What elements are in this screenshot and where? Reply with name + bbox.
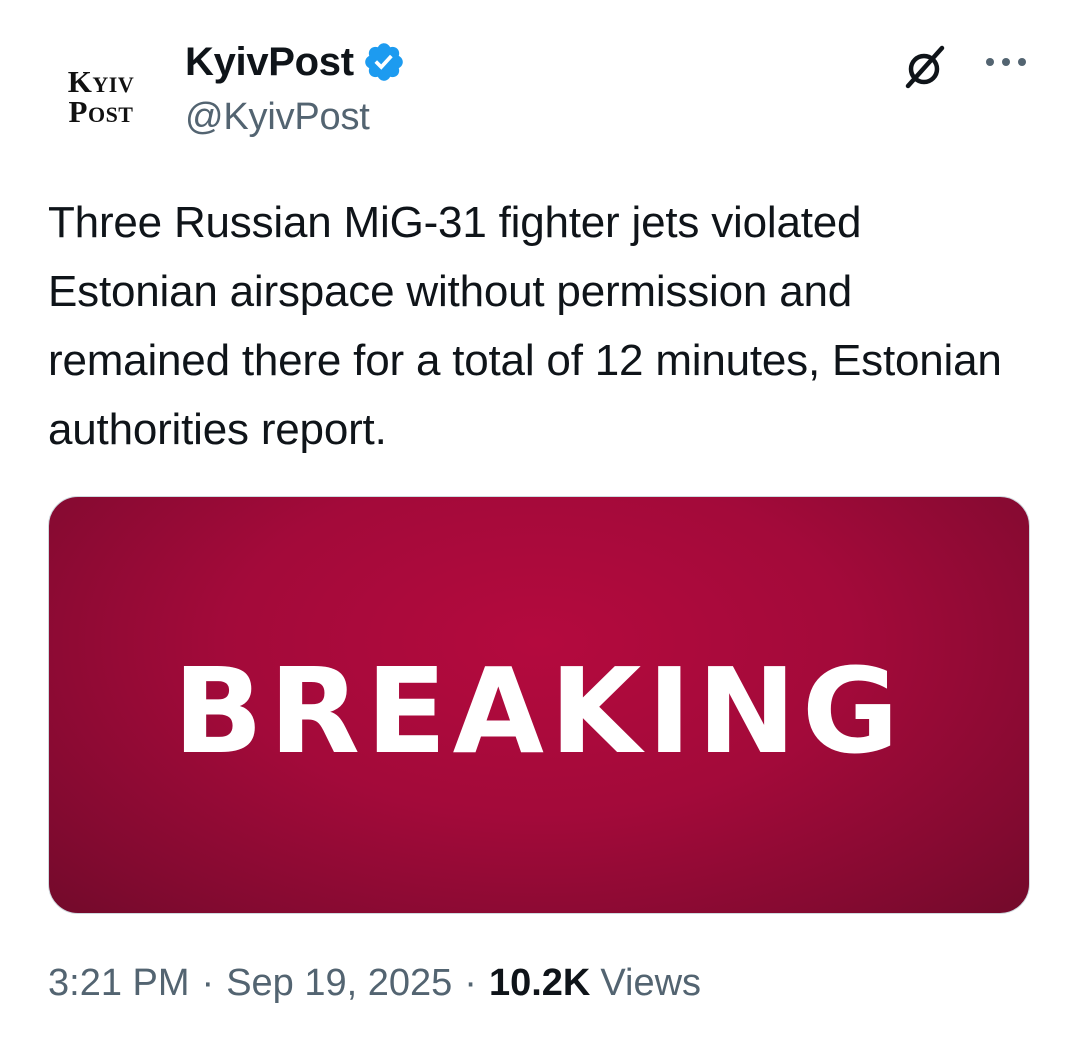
grok-icon[interactable] bbox=[900, 42, 950, 92]
handle[interactable]: @KyivPost bbox=[185, 96, 406, 139]
tweet-text: Three Russian MiG-31 fighter jets violat… bbox=[48, 198, 1002, 454]
tweet-date[interactable]: Sep 19, 2025 bbox=[226, 962, 452, 1005]
meta-separator: · bbox=[201, 962, 215, 1004]
avatar[interactable]: Kyiv Post bbox=[48, 44, 154, 150]
display-name[interactable]: KyivPost bbox=[185, 40, 354, 85]
views-count[interactable]: 10.2K bbox=[489, 962, 590, 1005]
views-label: Views bbox=[600, 962, 702, 1004]
avatar-logo-line-1: Kyiv bbox=[67, 64, 135, 99]
display-name-row: KyivPost bbox=[185, 38, 406, 86]
tweet-meta: 3:21 PM · Sep 19, 2025 · 10.2K Views bbox=[48, 962, 701, 1005]
meta-separator: · bbox=[464, 962, 477, 1004]
author-info: KyivPost @KyivPost bbox=[185, 38, 406, 139]
verified-badge-icon[interactable] bbox=[362, 40, 406, 84]
media-breaking-text: BREAKING bbox=[173, 642, 905, 780]
avatar-logo-line-2: Post bbox=[68, 94, 134, 129]
tweet-media-image[interactable]: BREAKING bbox=[48, 496, 1030, 914]
more-icon[interactable] bbox=[982, 50, 1030, 74]
tweet-time[interactable]: 3:21 PM bbox=[48, 962, 190, 1005]
